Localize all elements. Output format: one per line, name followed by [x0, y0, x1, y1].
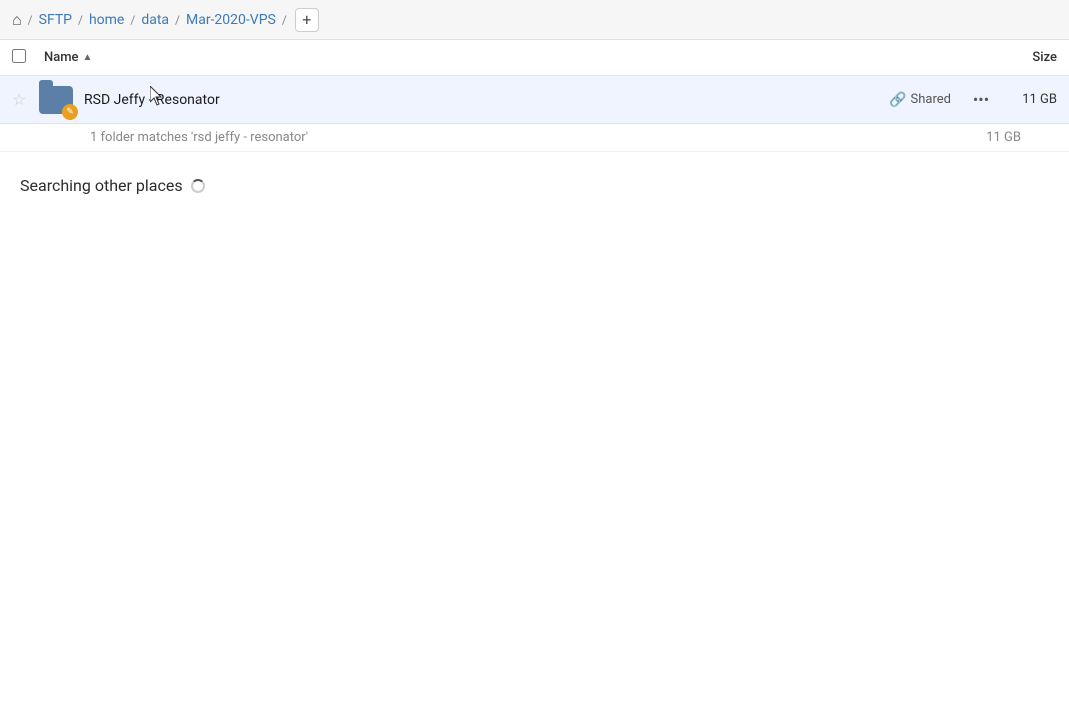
shared-badge: 🔗 Shared: [889, 92, 951, 108]
pen-icon: ✎: [66, 107, 74, 117]
home-icon[interactable]: ⌂: [8, 10, 26, 30]
searching-title: Searching other places: [20, 176, 1049, 195]
link-icon: 🔗: [889, 92, 906, 108]
more-icon: •••: [973, 90, 989, 109]
select-all-checkbox[interactable]: [12, 49, 36, 67]
file-list-item[interactable]: ☆ ✎ RSD Jeffy - Resonator 🔗 Shared ••• 1…: [0, 76, 1069, 124]
match-info-size: 11 GB: [986, 130, 1021, 145]
sort-arrow-icon: ▲: [83, 52, 93, 63]
more-menu-button[interactable]: •••: [967, 86, 995, 114]
size-column-header[interactable]: Size: [1032, 50, 1057, 65]
breadcrumb-sep-0: /: [26, 13, 35, 27]
searching-title-text: Searching other places: [20, 176, 183, 195]
breadcrumb-data[interactable]: data: [137, 12, 173, 28]
shared-label: Shared: [911, 92, 951, 107]
breadcrumb-sep-2: /: [128, 13, 137, 27]
folder-icon-wrapper: ✎: [38, 82, 74, 118]
breadcrumb-sep-1: /: [76, 13, 85, 27]
name-column-header[interactable]: Name ▲: [44, 50, 1032, 65]
name-column-label: Name: [44, 50, 79, 65]
breadcrumb-home[interactable]: home: [85, 12, 128, 28]
breadcrumb-sep-3: /: [173, 13, 182, 27]
star-icon[interactable]: ☆: [12, 90, 32, 109]
select-all-input[interactable]: [12, 49, 26, 63]
searching-section: Searching other places: [0, 152, 1069, 207]
breadcrumb-mar-2020-vps[interactable]: Mar-2020-VPS: [182, 12, 280, 28]
file-name-label: RSD Jeffy - Resonator: [84, 92, 889, 108]
loading-spinner: [191, 179, 205, 193]
breadcrumb-sep-4: /: [280, 13, 289, 27]
add-tab-button[interactable]: +: [295, 8, 319, 32]
column-header: Name ▲ Size: [0, 40, 1069, 76]
breadcrumb-bar: ⌂ / SFTP / home / data / Mar-2020-VPS / …: [0, 0, 1069, 40]
folder-badge: ✎: [62, 104, 78, 120]
match-info-text: 1 folder matches 'rsd jeffy - resonator': [90, 130, 308, 145]
match-info-row: 1 folder matches 'rsd jeffy - resonator'…: [0, 124, 1069, 152]
file-size-label: 11 GB: [1007, 92, 1057, 107]
breadcrumb-sftp[interactable]: SFTP: [35, 12, 76, 28]
